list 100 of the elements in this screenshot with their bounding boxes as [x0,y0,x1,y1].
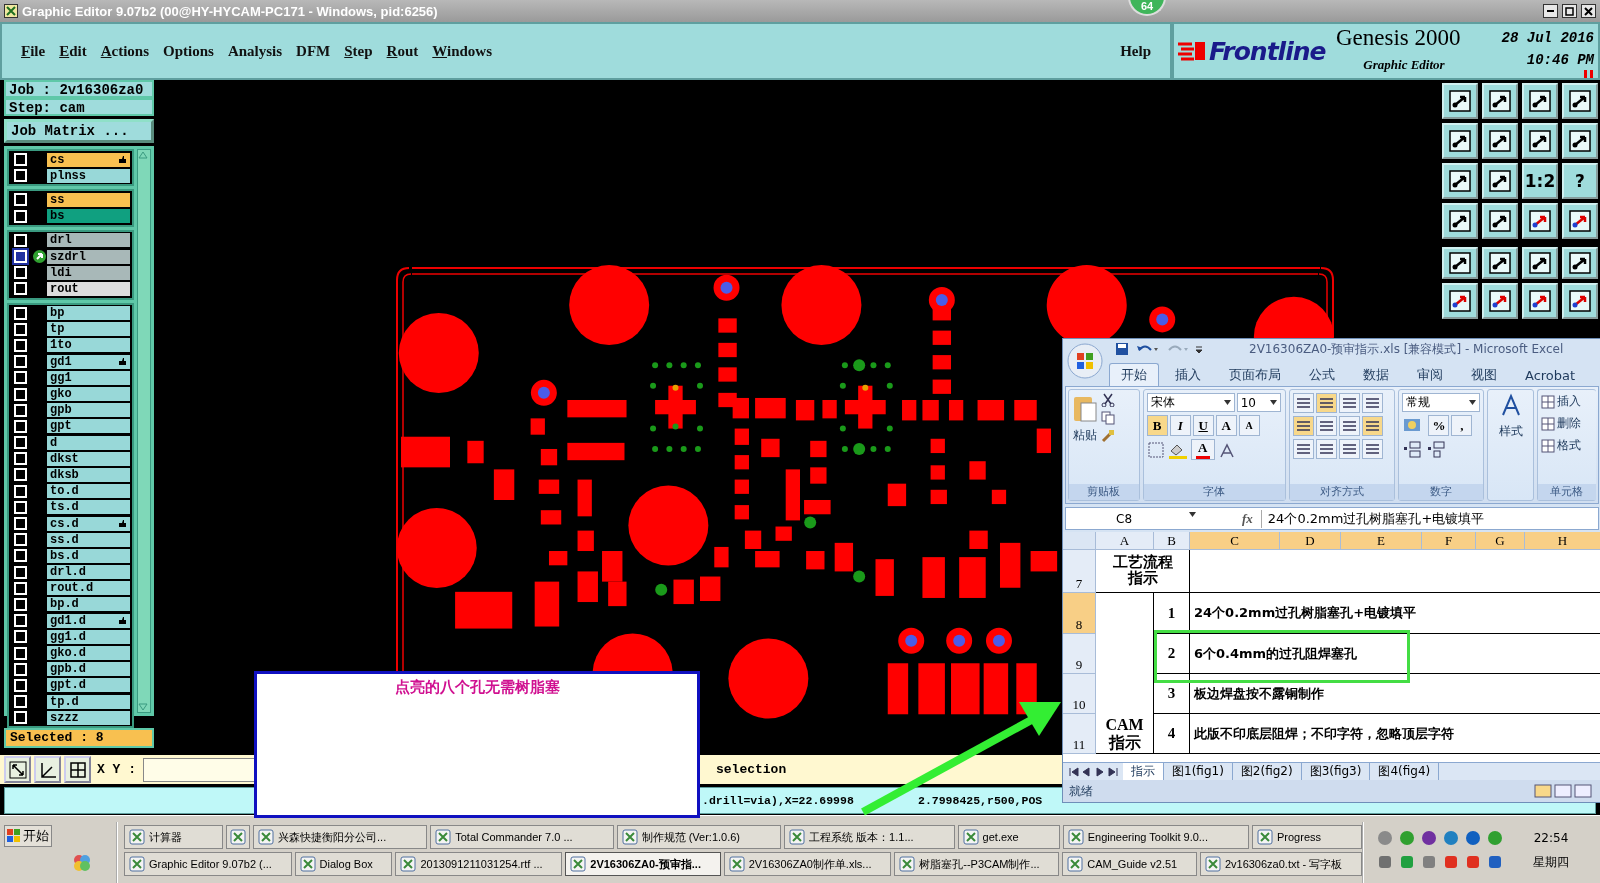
menu-item[interactable]: File [14,42,53,60]
row-header[interactable]: 9 [1063,634,1096,674]
taskbar-button[interactable]: 制作规范 (Ver:1.0.6) [616,825,782,849]
paste-button[interactable]: 粘贴 [1073,427,1097,444]
start-button[interactable]: 开始 [4,825,52,847]
formula-field[interactable]: 24个0.2mm过孔树脂塞孔+电镀填平 [1260,509,1485,528]
cells-command[interactable]: 删除 [1556,415,1581,432]
layer-name[interactable]: cs.d [47,516,130,531]
ribbon-tab[interactable]: 公式 [1297,363,1347,386]
layer-name[interactable]: ss [47,192,130,207]
ribbon-tab[interactable]: Acrobat [1513,363,1588,386]
taskbar-button[interactable]: Graphic Editor 9.07b2 (... [124,852,292,876]
taskbar-button[interactable]: 工程系统 版本：1.1... [784,825,955,849]
layer-name[interactable]: 1to [47,338,130,353]
name-box[interactable]: C8 [1066,511,1202,526]
layer-name[interactable]: gko [47,387,130,402]
column-header[interactable]: G [1476,532,1525,550]
layer-name[interactable]: rout [47,281,130,296]
taskbar-button[interactable]: 2013091211031254.rtf ... [395,852,563,876]
layer-name[interactable]: ldi [47,265,130,280]
menu-item[interactable]: Step [337,42,380,60]
layer-name[interactable]: szdrl [47,249,130,264]
column-header[interactable]: C [1190,532,1280,550]
layer-name[interactable]: tp [47,322,130,337]
menu-item[interactable]: Actions [93,42,157,60]
taskbar-button[interactable]: Progress [1252,825,1363,849]
layer-name[interactable]: gpb [47,403,130,418]
layer-name[interactable]: gpt.d [47,678,130,693]
taskbar-button[interactable]: 2V16306ZA0-预审指... [565,852,721,876]
font-size-field[interactable]: 10 [1236,393,1281,412]
taskbar-button[interactable]: Total Commander 7.0 ... [430,825,614,849]
layer-name[interactable]: gpb.d [47,662,130,677]
ribbon-tab[interactable]: 审阅 [1405,363,1455,386]
column-header[interactable]: A [1096,532,1154,550]
layer-name[interactable]: bs [47,209,130,224]
ribbon-tab[interactable]: 视图 [1459,363,1509,386]
layer-name[interactable]: szzz [47,710,130,725]
row-header[interactable]: 8 [1063,593,1096,634]
taskbar-button[interactable]: Engineering Toolkit 9.0... [1062,825,1249,849]
format-button[interactable]: I [1169,415,1191,436]
ribbon-tab[interactable]: 数据 [1351,363,1401,386]
layer-name[interactable]: dkst [47,451,130,466]
layer-name[interactable]: bp [47,306,130,321]
number-format-field[interactable]: 常规 [1402,393,1481,412]
layer-name[interactable]: gd1 [47,354,130,369]
taskbar-button[interactable]: Dialog Box [294,852,393,876]
percent-button[interactable]: % [1428,415,1450,436]
menu-item[interactable]: Edit [52,42,94,60]
taskbar-button[interactable]: CAM_Guide v2.51 [1062,852,1197,876]
format-button[interactable]: B [1146,415,1168,436]
taskbar-button[interactable]: 2v16306za0.txt - 写字板 [1199,852,1362,876]
sheet-tab[interactable]: 指示 [1123,763,1164,780]
font-color-button[interactable]: A [1190,439,1215,460]
taskbar-button[interactable]: get.exe [957,825,1060,849]
styles-button[interactable]: 样式 [1498,423,1523,440]
menu-item[interactable]: Options [156,42,221,60]
menu-item[interactable]: Analysis [220,42,290,60]
format-button[interactable]: A [1238,415,1260,436]
format-button[interactable]: U [1192,415,1214,436]
row-header[interactable]: 11 [1063,714,1096,754]
column-header[interactable]: E [1341,532,1422,550]
layer-name[interactable]: gd1.d [47,613,130,628]
layer-name[interactable]: gg1 [47,370,130,385]
layer-name[interactable]: cs [47,152,130,167]
column-header[interactable]: H [1525,532,1600,550]
column-header[interactable]: B [1154,532,1190,550]
row-header[interactable]: 7 [1063,550,1096,593]
font-name-field[interactable]: 宋体 [1146,393,1235,412]
menu-item[interactable]: Windows [425,42,500,60]
ribbon-tab[interactable]: 插入 [1163,363,1213,386]
layer-name[interactable]: ts.d [47,500,130,515]
layer-name[interactable]: d [47,435,130,450]
layer-name[interactable]: gko.d [47,646,130,661]
taskbar-button[interactable]: 树脂塞孔--P3CAM制作... [894,852,1060,876]
layer-name[interactable]: dksb [47,467,130,482]
help-menu[interactable]: Help [1113,42,1158,60]
column-header[interactable]: D [1280,532,1341,550]
layer-name[interactable]: tp.d [47,694,130,709]
comma-button[interactable]: , [1451,415,1473,436]
layer-name[interactable]: gg1.d [47,629,130,644]
taskbar-button[interactable]: 兴森快捷衡阳分公司... [253,825,428,849]
ribbon-tab[interactable]: 开始 [1109,363,1159,386]
function-button[interactable]: fx [1242,510,1253,527]
layer-name[interactable]: bs.d [47,548,130,563]
layer-name[interactable]: ss.d [47,532,130,547]
tool-button[interactable]: ? [1562,163,1598,199]
layer-name[interactable]: plnss [47,168,130,183]
layer-name[interactable]: drl.d [47,565,130,580]
layer-name[interactable]: to.d [47,484,130,499]
layer-name[interactable]: bp.d [47,597,130,612]
layer-name[interactable]: gpt [47,419,130,434]
menu-item[interactable]: DFM [289,42,338,60]
taskbar-button[interactable]: 2V16306ZA0制作单.xls... [723,852,892,876]
cells-command[interactable]: 插入 [1556,393,1581,410]
layer-name[interactable]: drl [47,233,130,248]
menu-item[interactable]: Rout [379,42,426,60]
layer-name[interactable]: rout.d [47,581,130,596]
row-header[interactable]: 10 [1063,674,1096,714]
column-header[interactable]: F [1422,532,1476,550]
tool-button[interactable]: 1:2 [1522,163,1558,199]
